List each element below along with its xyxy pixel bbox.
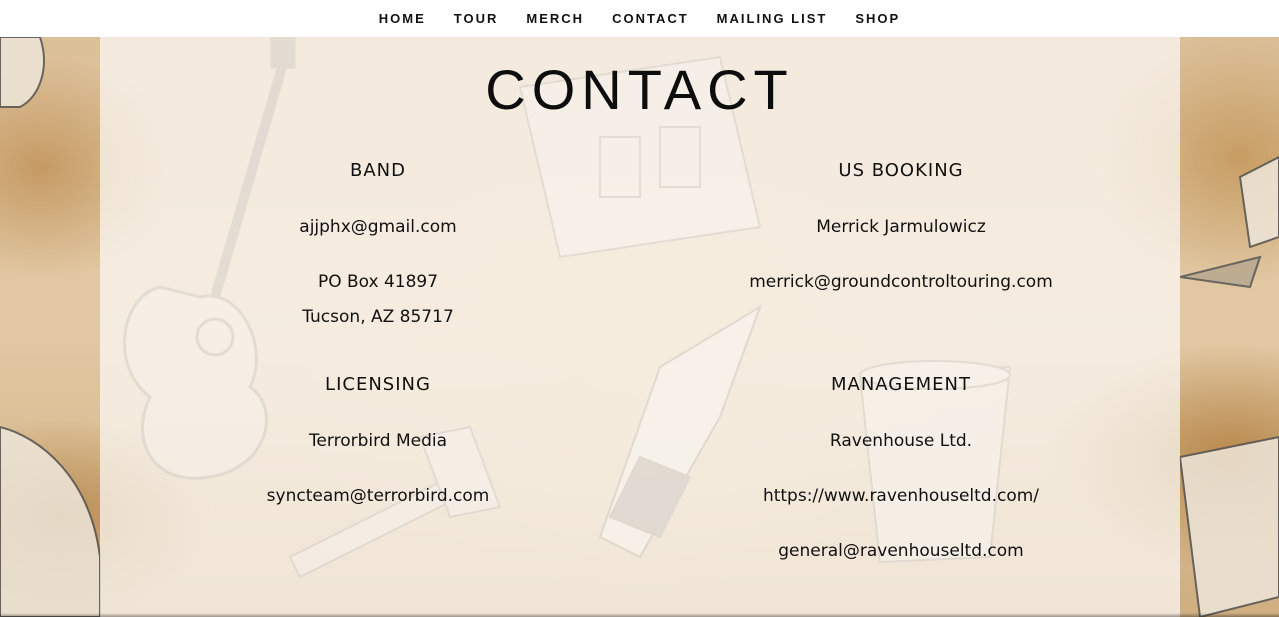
nav-home[interactable]: HOME — [379, 11, 426, 26]
nav-contact[interactable]: CONTACT — [612, 11, 689, 26]
licensing-company: Terrorbird Media — [308, 431, 448, 451]
nav-mailing-list[interactable]: MAILING LIST — [717, 11, 828, 26]
band-address-line2: Tucson, AZ 85717 — [302, 307, 454, 327]
management-website-link[interactable]: https://www.ravenhouseltd.com/ — [651, 485, 1151, 507]
management-heading: MANAGEMENT — [831, 374, 971, 395]
management-company: Ravenhouse Ltd. — [829, 431, 973, 451]
right-edge-illustration — [1178, 155, 1279, 617]
band-heading: BAND — [350, 160, 406, 181]
licensing-email-link[interactable]: syncteam@terrorbird.com — [128, 485, 628, 507]
us-booking-heading: US BOOKING — [838, 160, 964, 181]
band-email-link[interactable]: ajjphx@gmail.com — [128, 216, 628, 238]
us-booking-email-link[interactable]: merrick@groundcontroltouring.com — [651, 271, 1151, 293]
page-bottom-edge — [0, 613, 1279, 617]
nav-merch[interactable]: MERCH — [526, 11, 584, 26]
management-email-link[interactable]: general@ravenhouseltd.com — [651, 540, 1151, 562]
nav-shop[interactable]: SHOP — [855, 11, 900, 26]
band-address-line1: PO Box 41897 — [317, 272, 439, 292]
licensing-heading: LICENSING — [325, 374, 431, 395]
nav-tour[interactable]: TOUR — [454, 11, 499, 26]
top-navigation: HOME TOUR MERCH CONTACT MAILING LIST SHO… — [0, 0, 1279, 37]
page-title: CONTACT — [485, 58, 794, 121]
us-booking-name: Merrick Jarmulowicz — [816, 217, 986, 237]
